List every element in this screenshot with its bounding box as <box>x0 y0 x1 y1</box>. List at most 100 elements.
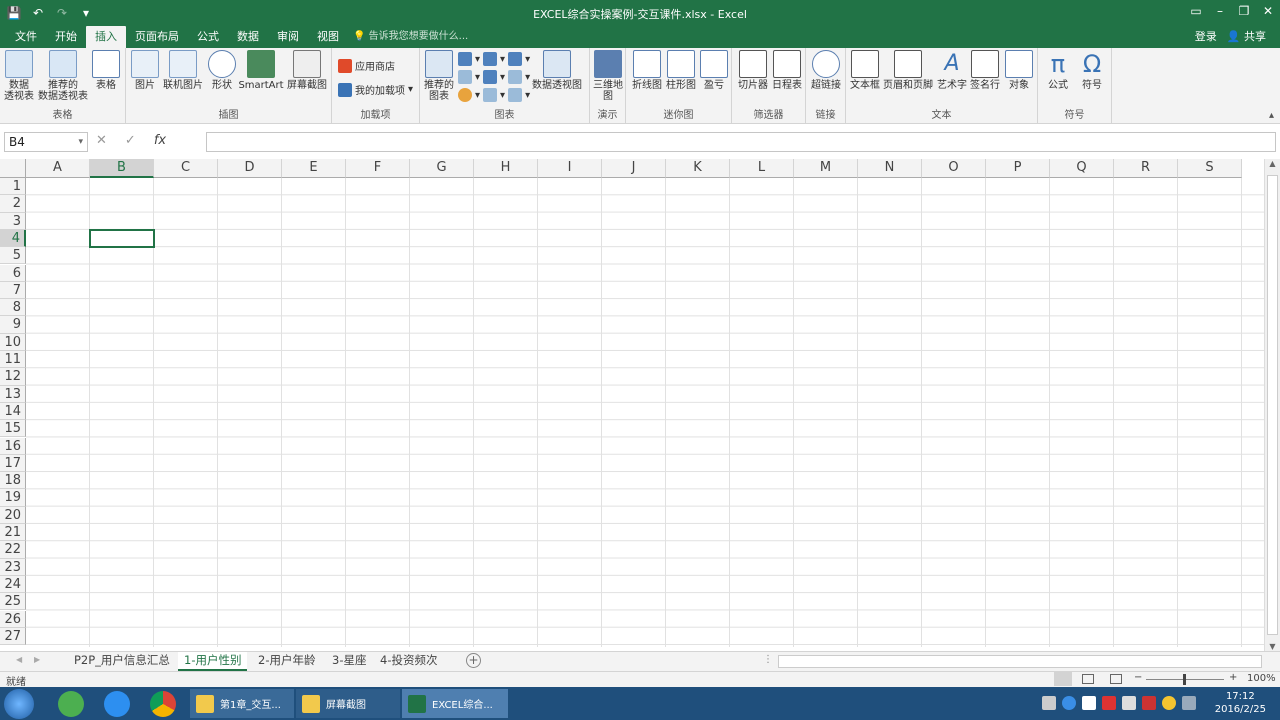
row-header-5[interactable]: 5 <box>0 247 26 265</box>
sheet-tab-0[interactable]: P2P_用户信息汇总 <box>68 652 176 671</box>
minimize-icon[interactable]: – <box>1208 0 1232 24</box>
taskbar-item-folder-screenshot[interactable]: 屏幕截图 <box>296 689 400 718</box>
update-icon[interactable] <box>1162 696 1176 710</box>
row-header-20[interactable]: 20 <box>0 506 26 524</box>
store-button[interactable]: 应用商店 <box>338 58 395 73</box>
zoom-out-icon[interactable]: − <box>1134 672 1142 683</box>
ribbon-tab-4[interactable]: 公式 <box>188 26 228 48</box>
taskbar-item-folder-chapter1[interactable]: 第1章_交互... <box>190 689 294 718</box>
360-browser-icon[interactable] <box>58 691 84 717</box>
ribbon-tab-0[interactable]: 文件 <box>6 26 46 48</box>
flag-icon[interactable] <box>1082 696 1096 710</box>
object-button[interactable]: 对象 <box>1004 50 1034 91</box>
scroll-thumb[interactable] <box>1267 175 1278 635</box>
column-header-e[interactable]: E <box>282 159 346 178</box>
ribbon-tab-6[interactable]: 审阅 <box>268 26 308 48</box>
row-header-4[interactable]: 4 <box>0 229 26 248</box>
clock[interactable]: 17:12 2016/2/25 <box>1215 690 1266 716</box>
formula-input[interactable] <box>206 132 1276 152</box>
row-header-3[interactable]: 3 <box>0 212 26 230</box>
row-header-18[interactable]: 18 <box>0 472 26 490</box>
3d-map-button[interactable]: 三维地 图 <box>592 50 624 102</box>
view-page-break-icon[interactable] <box>1110 674 1122 684</box>
sheet-tab-2[interactable]: 2-用户年龄 <box>252 652 321 671</box>
antivirus-icon[interactable] <box>1142 696 1156 710</box>
row-header-23[interactable]: 23 <box>0 558 26 576</box>
sheet-tab-3[interactable]: 3-星座 <box>326 652 372 671</box>
row-header-24[interactable]: 24 <box>0 575 26 594</box>
column-header-i[interactable]: I <box>538 159 602 178</box>
column-header-k[interactable]: K <box>666 159 730 178</box>
pie-chart-button[interactable]: ▾ ▾ ▾ <box>458 88 530 102</box>
shapes-button[interactable]: 形状 <box>208 50 236 91</box>
column-header-c[interactable]: C <box>154 159 218 178</box>
active-cell[interactable] <box>89 228 155 249</box>
new-sheet-icon[interactable]: + <box>466 653 481 668</box>
tell-me-box[interactable]: 💡 告诉我您想要做什么... <box>353 26 468 48</box>
row-header-8[interactable]: 8 <box>0 299 26 317</box>
taskbar-item-excel[interactable]: EXCEL综合... <box>402 689 508 718</box>
collapse-ribbon-icon[interactable]: ▴ <box>1269 110 1274 121</box>
textbox-button[interactable]: 文本框 <box>848 50 882 91</box>
share-button[interactable]: 👤 共享 <box>1227 26 1266 48</box>
timeline-button[interactable]: 日程表 <box>770 50 804 91</box>
column-header-r[interactable]: R <box>1114 159 1178 178</box>
cancel-icon[interactable]: ✕ <box>96 133 107 148</box>
select-all-corner[interactable] <box>0 159 26 178</box>
name-box[interactable]: B4 ▾ <box>4 132 88 152</box>
column-header-b[interactable]: B <box>90 159 154 178</box>
zoom-level[interactable]: 100% <box>1247 673 1276 684</box>
column-header-a[interactable]: A <box>26 159 90 178</box>
tray-icons[interactable] <box>1042 696 1196 710</box>
row-header-17[interactable]: 17 <box>0 454 26 473</box>
network-icon[interactable] <box>1182 696 1196 710</box>
column-chart-button[interactable]: ▾ ▾ ▾ <box>458 52 530 66</box>
view-normal-icon[interactable] <box>1054 672 1072 686</box>
sparkline-winloss-button[interactable]: 盈亏 <box>700 50 728 91</box>
online-pictures-button[interactable]: 联机图片 <box>162 50 204 91</box>
zoom-slider[interactable] <box>1146 674 1224 685</box>
ribbon-tab-2[interactable]: 插入 <box>86 26 126 48</box>
row-header-14[interactable]: 14 <box>0 402 26 421</box>
column-header-p[interactable]: P <box>986 159 1050 178</box>
row-header-12[interactable]: 12 <box>0 368 26 386</box>
insert-function-icon[interactable]: fx <box>154 133 166 148</box>
scroll-up-icon[interactable]: ▲ <box>1265 159 1280 168</box>
sheet-nav-prev-icon[interactable]: ◀ <box>16 655 22 664</box>
chrome-icon[interactable] <box>150 691 176 717</box>
hyperlink-button[interactable]: 超链接 <box>809 50 843 91</box>
sparkline-column-button[interactable]: 柱形图 <box>664 50 698 91</box>
row-header-16[interactable]: 16 <box>0 437 26 455</box>
row-header-22[interactable]: 22 <box>0 541 26 559</box>
feather-app-icon[interactable] <box>104 691 130 717</box>
recommended-charts-button[interactable]: 推荐的 图表 <box>422 50 456 102</box>
row-header-21[interactable]: 21 <box>0 524 26 542</box>
security-icon[interactable] <box>1102 696 1116 710</box>
keyboard-icon[interactable] <box>1042 696 1056 710</box>
symbol-button[interactable]: Ω 符号 <box>1076 50 1108 91</box>
my-addins-button[interactable]: 我的加载项 ▾ <box>338 82 413 97</box>
column-header-n[interactable]: N <box>858 159 922 178</box>
row-header-15[interactable]: 15 <box>0 420 26 438</box>
column-header-g[interactable]: G <box>410 159 474 178</box>
row-header-10[interactable]: 10 <box>0 333 26 351</box>
close-icon[interactable]: ✕ <box>1256 0 1280 24</box>
row-header-1[interactable]: 1 <box>0 178 26 196</box>
column-header-o[interactable]: O <box>922 159 986 178</box>
column-header-d[interactable]: D <box>218 159 282 178</box>
column-header-j[interactable]: J <box>602 159 666 178</box>
login-link[interactable]: 登录 <box>1195 26 1217 48</box>
pivotchart-button[interactable]: 数据透视图 <box>530 50 584 91</box>
help-icon[interactable] <box>1062 696 1076 710</box>
equation-button[interactable]: π 公式 <box>1042 50 1074 91</box>
smartart-button[interactable]: SmartArt <box>238 50 284 91</box>
recommended-pivot-button[interactable]: 推荐的 数据透视表 <box>37 50 89 102</box>
ribbon-display-icon[interactable]: ▭ <box>1184 0 1208 24</box>
cell-area[interactable] <box>26 178 1264 647</box>
sparkline-line-button[interactable]: 折线图 <box>630 50 664 91</box>
row-header-13[interactable]: 13 <box>0 385 26 403</box>
horizontal-scrollbar[interactable] <box>778 655 1262 668</box>
start-button[interactable] <box>4 689 34 719</box>
signature-line-button[interactable]: 签名行 <box>968 50 1002 91</box>
column-header-m[interactable]: M <box>794 159 858 178</box>
